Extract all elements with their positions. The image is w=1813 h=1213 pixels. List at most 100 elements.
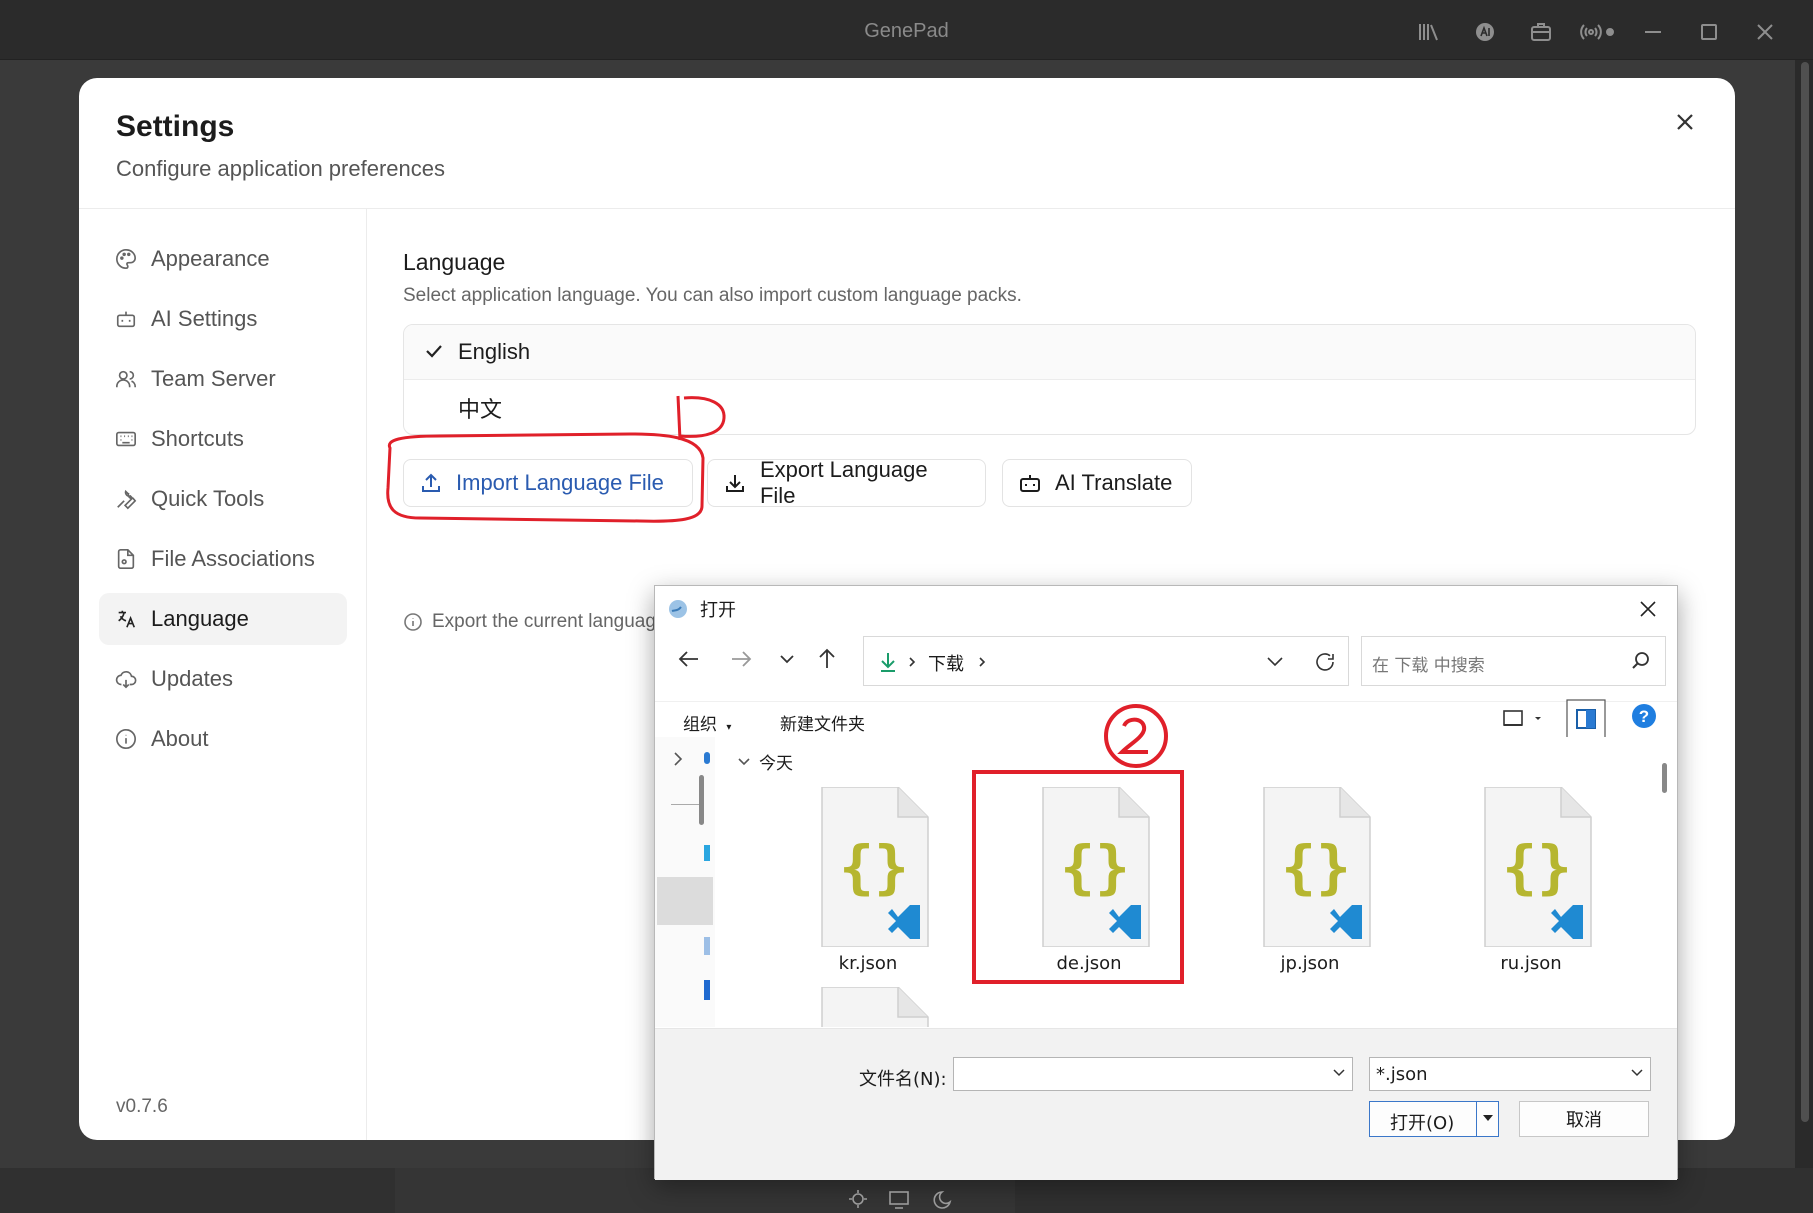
chevron-down-icon <box>780 655 794 664</box>
nav-pane-scrollbar[interactable] <box>699 775 704 825</box>
open-dropdown-button[interactable] <box>1476 1102 1498 1136</box>
sidebar-item-quick-tools[interactable]: Quick Tools <box>99 473 347 525</box>
sun-icon[interactable] <box>849 1190 867 1208</box>
arrow-up-icon <box>819 648 835 668</box>
monitor-icon[interactable] <box>889 1191 909 1209</box>
download-icon <box>725 475 744 492</box>
caret-down-icon: ▾ <box>726 722 732 733</box>
app-scrollbar[interactable] <box>1801 62 1809 1122</box>
briefcase-icon[interactable] <box>1513 14 1569 50</box>
svg-text:{}: {} <box>1502 833 1572 901</box>
group-header-today[interactable]: 今天 <box>737 749 793 774</box>
breadcrumb[interactable]: 下载 <box>928 650 964 676</box>
search-box[interactable]: 在 下载 中搜索 <box>1361 636 1666 686</box>
moon-icon[interactable] <box>933 1191 952 1209</box>
app-titlebar: GenePad <box>0 0 1813 60</box>
cancel-button[interactable]: 取消 <box>1519 1101 1649 1137</box>
ai-translate-label: AI Translate <box>1055 470 1173 495</box>
organize-menu[interactable]: 组织 ▾ <box>683 710 731 735</box>
import-language-button[interactable]: Import Language File <box>403 459 693 507</box>
window-close-icon[interactable] <box>1737 14 1793 50</box>
language-option-label: English <box>458 339 531 364</box>
search-icon <box>1632 652 1649 669</box>
command-bar: 组织 ▾ 新建文件夹 ? <box>655 699 1677 739</box>
nav-item-icon[interactable] <box>704 937 710 955</box>
scroll-thumb[interactable] <box>1662 763 1667 793</box>
up-button[interactable] <box>809 642 845 676</box>
organize-label: 组织 <box>683 715 717 735</box>
info-icon <box>116 729 136 749</box>
dialog-close-button[interactable] <box>1631 592 1665 626</box>
ai-translate-button[interactable]: AI Translate <box>1002 459 1192 507</box>
arrow-left-icon <box>678 651 698 667</box>
language-option-chinese[interactable]: 中文 <box>404 380 1695 434</box>
import-language-label: Import Language File <box>456 470 664 495</box>
refresh-icon[interactable] <box>1314 651 1336 673</box>
file-list: 今天 {} kr.json {} de.json {} jp.json {} r… <box>717 737 1649 1027</box>
chevron-down-icon[interactable] <box>1266 656 1284 668</box>
export-language-button[interactable]: Export Language File <box>707 457 986 508</box>
sidebar-item-language[interactable]: Language <box>99 593 347 645</box>
chevron-right-icon <box>979 657 986 667</box>
settings-sidebar: Appearance AI Settings Team Server Short… <box>79 209 367 1140</box>
dialog-titlebar: 打开 <box>655 586 1677 631</box>
help-button[interactable]: ? <box>1630 702 1658 734</box>
nav-item-icon[interactable] <box>704 980 710 1000</box>
nav-item-icon[interactable] <box>704 752 710 764</box>
chevron-right-icon[interactable] <box>673 751 683 767</box>
modal-close-button[interactable] <box>1665 102 1705 142</box>
sidebar-item-appearance[interactable]: Appearance <box>99 233 347 285</box>
sidebar-item-label: File Associations <box>151 546 315 571</box>
svg-text:{}: {} <box>1281 833 1351 901</box>
address-bar[interactable]: 下载 <box>863 636 1349 686</box>
file-item-ru[interactable]: {} ru.json <box>1451 786 1611 974</box>
new-folder-button[interactable]: 新建文件夹 <box>780 710 865 735</box>
svg-text:{}: {} <box>839 833 909 901</box>
sidebar-item-updates[interactable]: Updates <box>99 653 347 705</box>
theme-switcher <box>849 1190 952 1209</box>
sidebar-item-file-associations[interactable]: File Associations <box>99 533 347 585</box>
file-item-partial[interactable] <box>788 986 948 1027</box>
open-button[interactable]: 打开(O) <box>1369 1101 1499 1137</box>
ai-icon[interactable] <box>1457 14 1513 50</box>
language-option-label: 中文 <box>458 396 503 422</box>
palette-icon <box>116 249 136 269</box>
sidebar-item-label: Team Server <box>151 366 276 391</box>
recent-locations-button[interactable] <box>769 642 805 676</box>
chevron-down-icon[interactable] <box>1332 1068 1346 1078</box>
minimize-icon[interactable] <box>1625 14 1681 50</box>
file-list-scrollbar[interactable] <box>1657 737 1673 1027</box>
filetype-select[interactable]: *.json <box>1369 1057 1651 1091</box>
filename-input[interactable] <box>953 1057 1353 1091</box>
maximize-icon[interactable] <box>1681 14 1737 50</box>
language-icon <box>118 610 136 628</box>
sidebar-item-shortcuts[interactable]: Shortcuts <box>99 413 347 465</box>
svg-text:{}: {} <box>1060 833 1130 901</box>
forward-button[interactable] <box>723 642 759 676</box>
file-item-kr[interactable]: {} kr.json <box>788 786 948 974</box>
json-file-icon: {} <box>821 786 929 948</box>
library-icon[interactable] <box>1401 14 1457 50</box>
download-folder-icon <box>881 653 895 672</box>
nav-item-icon[interactable] <box>704 845 710 861</box>
app-version: v0.7.6 <box>116 1096 168 1117</box>
language-option-english[interactable]: English <box>404 325 1695 380</box>
sidebar-item-about[interactable]: About <box>99 713 347 765</box>
preview-pane-icon <box>1566 699 1606 739</box>
close-icon <box>1640 601 1656 617</box>
broadcast-icon[interactable] <box>1569 14 1625 50</box>
modal-subtitle: Configure application preferences <box>116 156 445 181</box>
file-item-jp[interactable]: {} jp.json <box>1230 786 1390 974</box>
dialog-app-icon <box>667 598 689 624</box>
sidebar-item-team-server[interactable]: Team Server <box>99 353 347 405</box>
bot-icon <box>1020 475 1040 492</box>
caret-down-icon <box>1483 1115 1493 1121</box>
check-icon <box>424 341 444 367</box>
back-button[interactable] <box>671 642 707 676</box>
chevron-down-icon <box>738 757 750 765</box>
nav-item-selected[interactable] <box>657 877 713 925</box>
sidebar-item-ai-settings[interactable]: AI Settings <box>99 293 347 345</box>
view-options-button[interactable] <box>1501 705 1545 737</box>
dialog-nav-row: 下载 在 下载 中搜索 <box>655 632 1677 686</box>
file-item-de[interactable]: {} de.json <box>1009 786 1169 974</box>
